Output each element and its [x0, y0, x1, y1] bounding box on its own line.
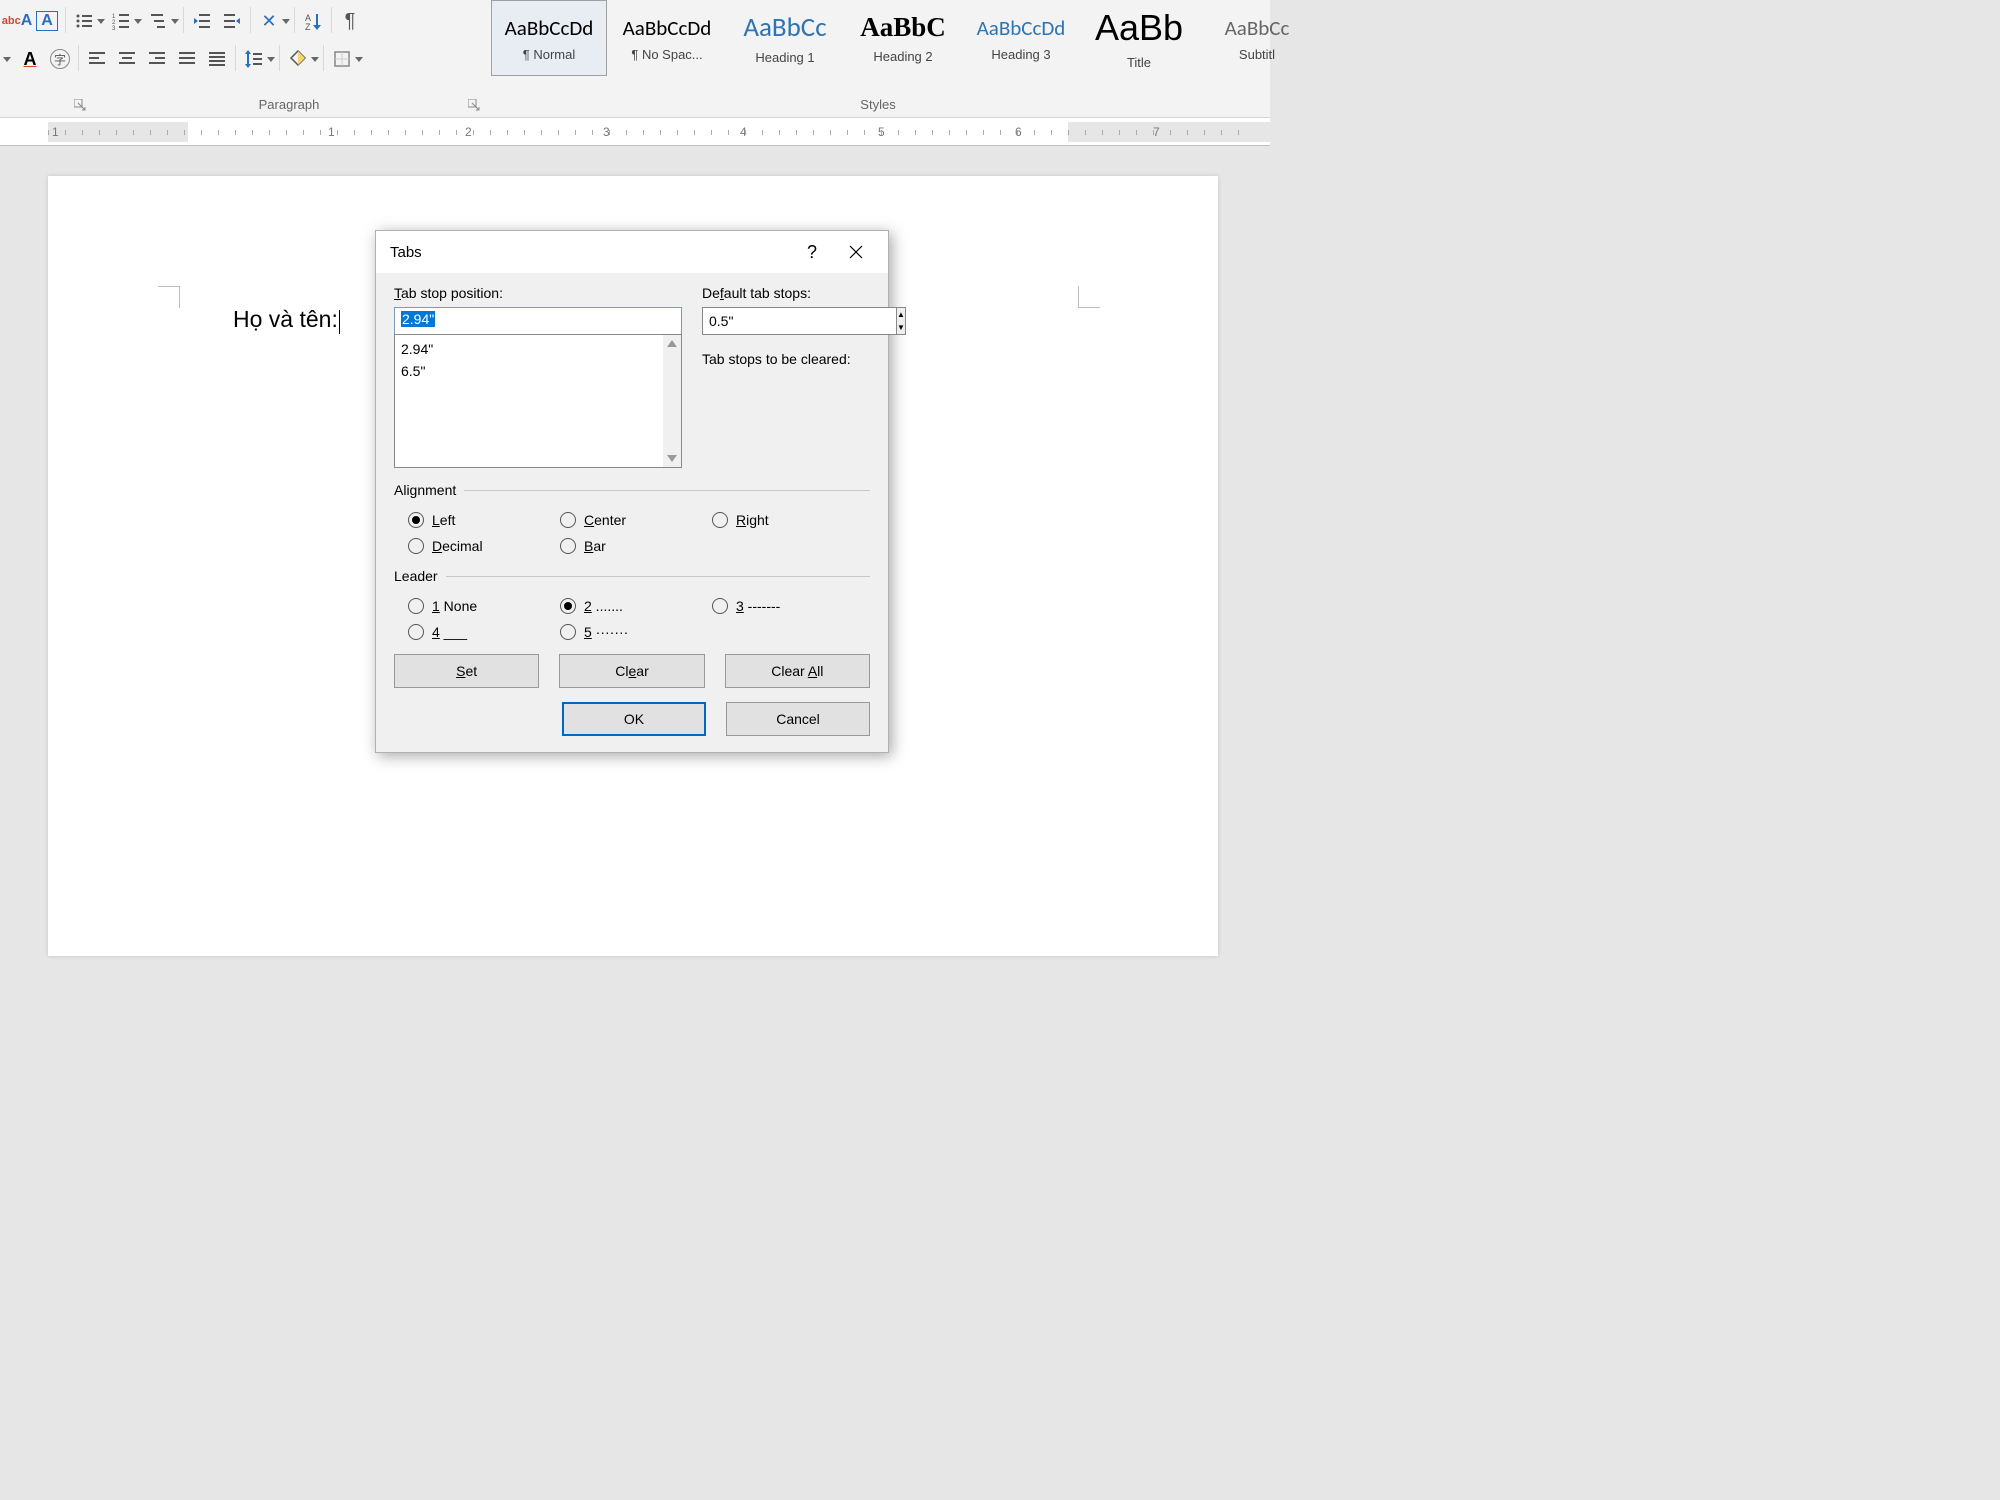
- ok-button[interactable]: OK: [562, 702, 706, 736]
- text-highlight-icon[interactable]: A: [33, 7, 61, 35]
- help-button[interactable]: ?: [790, 231, 834, 273]
- radio-decimal[interactable]: Decimal: [408, 538, 560, 554]
- dialog-titlebar[interactable]: Tabs ?: [376, 231, 888, 273]
- bullets-icon[interactable]: [70, 7, 98, 35]
- numbering-icon[interactable]: 123: [107, 7, 135, 35]
- ruler-number: 2: [465, 125, 472, 139]
- spinner-up-icon[interactable]: ▲: [897, 308, 905, 321]
- radio-4-[interactable]: 4 ___: [408, 624, 560, 640]
- ribbon-row-1: abcA A 123 ✕ AZ ¶: [0, 0, 365, 39]
- styles-gallery[interactable]: AaBbCcDd¶ NormalAaBbCcDd¶ No Spac...AaBb…: [490, 0, 1316, 76]
- cancel-button[interactable]: Cancel: [726, 702, 870, 736]
- ruler-number: 6: [1015, 125, 1022, 139]
- increase-indent-icon[interactable]: [218, 7, 246, 35]
- radio-right[interactable]: Right: [712, 512, 864, 528]
- ribbon-group-labels: Paragraph Styles: [0, 91, 1270, 117]
- decrease-indent-icon[interactable]: [188, 7, 216, 35]
- default-tab-stops-spinner[interactable]: ▲ ▼: [702, 307, 880, 335]
- tab-stops-cleared-label: Tab stops to be cleared:: [702, 351, 880, 367]
- distributed-icon[interactable]: [203, 45, 231, 73]
- default-tab-stops-label: Default tab stops:: [702, 285, 880, 301]
- text-cursor: [339, 310, 340, 334]
- tab-stop-list-item[interactable]: 6.5": [401, 360, 675, 382]
- style--normal[interactable]: AaBbCcDd¶ Normal: [491, 0, 607, 76]
- ribbon: abcA A 123 ✕ AZ ¶ A 字: [0, 0, 1270, 118]
- multilevel-list-icon[interactable]: [144, 7, 172, 35]
- sort-icon[interactable]: AZ: [299, 7, 327, 35]
- shading-icon[interactable]: [284, 45, 312, 73]
- paragraph-group-label: Paragraph: [259, 97, 320, 112]
- align-right-icon[interactable]: [143, 45, 171, 73]
- margin-corner-tr: [1078, 286, 1100, 308]
- spinner-down-icon[interactable]: ▼: [897, 321, 905, 334]
- styles-group-label: Styles: [860, 97, 895, 112]
- align-center-icon[interactable]: [113, 45, 141, 73]
- asian-layout-icon[interactable]: ✕: [255, 7, 283, 35]
- alignment-fieldset: Alignment LeftCenterRight DecimalBar: [394, 482, 870, 554]
- align-left-icon[interactable]: [83, 45, 111, 73]
- set-button[interactable]: Set: [394, 654, 539, 688]
- tabs-dialog: Tabs ? Tab stop position: 2.94" 2.94"6.5…: [375, 230, 889, 753]
- style-subtitl[interactable]: AaBbCcSubtitl: [1199, 0, 1315, 76]
- ruler[interactable]: 11234567: [0, 118, 1270, 146]
- font-color-icon[interactable]: A: [16, 45, 44, 73]
- document-text[interactable]: Họ và tên:: [233, 306, 340, 334]
- font-color-dropdown[interactable]: [0, 41, 15, 77]
- leader-radios: 1 None2 .......3 ------- 4 ___5 ·······: [394, 594, 870, 640]
- radio-3-[interactable]: 3 -------: [712, 598, 864, 614]
- default-tab-stops-input[interactable]: [702, 307, 897, 335]
- ruler-number: 1: [52, 125, 59, 139]
- tab-stop-list-items: 2.94"6.5": [395, 335, 681, 385]
- clear-all-button[interactable]: Clear All: [725, 654, 870, 688]
- close-icon: [849, 245, 863, 259]
- radio-2-[interactable]: 2 .......: [560, 598, 712, 614]
- style-heading-3[interactable]: AaBbCcDdHeading 3: [963, 0, 1079, 76]
- ruler-number: 1: [328, 125, 335, 139]
- alignment-radios: LeftCenterRight DecimalBar: [394, 508, 870, 554]
- radio-1-none[interactable]: 1 None: [408, 598, 560, 614]
- tab-stop-list-item[interactable]: 2.94": [401, 338, 675, 360]
- tab-stop-position-input[interactable]: 2.94": [394, 307, 682, 335]
- listbox-scrollbar[interactable]: [663, 335, 681, 467]
- svg-text:Z: Z: [305, 22, 311, 30]
- borders-icon[interactable]: [328, 45, 356, 73]
- leader-fieldset: Leader 1 None2 .......3 ------- 4 ___5 ··…: [394, 568, 870, 640]
- style-heading-1[interactable]: AaBbCcHeading 1: [727, 0, 843, 76]
- style--no-spac-[interactable]: AaBbCcDd¶ No Spac...: [609, 0, 725, 76]
- leader-legend: Leader: [394, 568, 446, 584]
- scroll-down-icon[interactable]: [663, 449, 681, 467]
- change-case-icon[interactable]: abcA: [3, 7, 31, 35]
- svg-text:3: 3: [112, 26, 116, 30]
- dialog-title: Tabs: [390, 244, 422, 261]
- tab-stop-position-label: Tab stop position:: [394, 285, 682, 301]
- alignment-legend: Alignment: [394, 482, 464, 498]
- ruler-number: 7: [1153, 125, 1160, 139]
- font-group-launcher-icon[interactable]: [74, 99, 86, 111]
- show-paragraph-marks-icon[interactable]: ¶: [336, 7, 364, 35]
- ribbon-row-2: A 字: [0, 38, 364, 77]
- justify-icon[interactable]: [173, 45, 201, 73]
- scroll-up-icon[interactable]: [663, 335, 681, 353]
- line-spacing-icon[interactable]: [240, 45, 268, 73]
- enclose-characters-icon[interactable]: 字: [46, 45, 74, 73]
- radio-5-[interactable]: 5 ·······: [560, 624, 712, 640]
- clear-button[interactable]: Clear: [559, 654, 704, 688]
- paragraph-group-launcher-icon[interactable]: [468, 99, 480, 111]
- style-title[interactable]: AaBbTitle: [1081, 0, 1197, 76]
- style-heading-2[interactable]: AaBbCHeading 2: [845, 0, 961, 76]
- radio-bar[interactable]: Bar: [560, 538, 712, 554]
- radio-left[interactable]: Left: [408, 512, 560, 528]
- close-button[interactable]: [834, 231, 878, 273]
- margin-corner-tl: [158, 286, 180, 308]
- tab-stop-list[interactable]: 2.94"6.5": [394, 334, 682, 468]
- radio-center[interactable]: Center: [560, 512, 712, 528]
